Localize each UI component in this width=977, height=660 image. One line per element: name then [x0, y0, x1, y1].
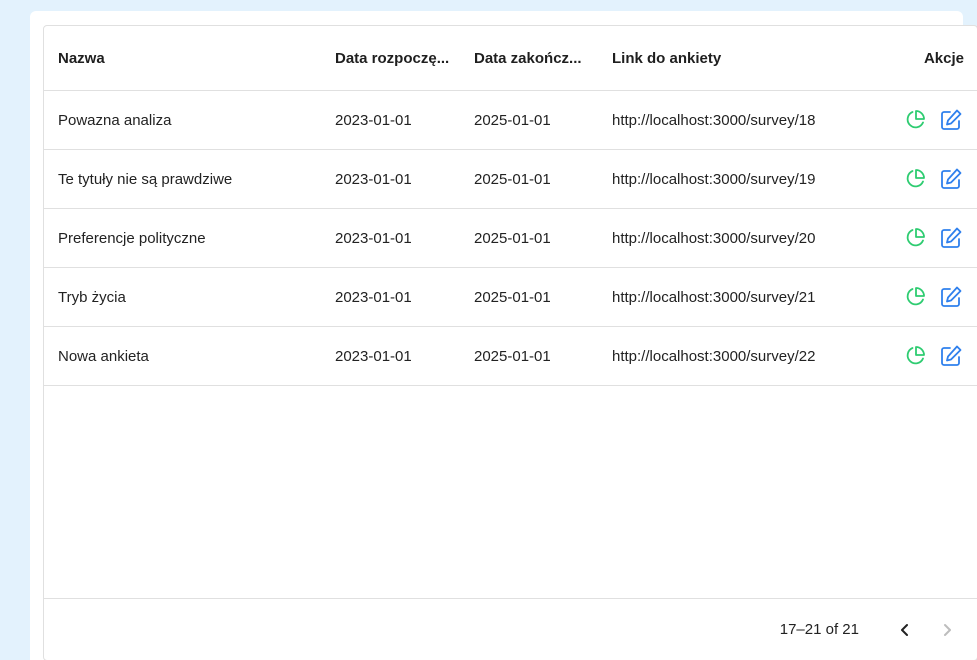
cell-name: Preferencje polityczne — [58, 229, 206, 247]
cell-actions — [876, 209, 968, 267]
edit-icon — [941, 345, 962, 366]
cell-actions — [876, 268, 968, 326]
pie-chart-icon — [906, 169, 925, 188]
cell-start-date: 2023-01-01 — [335, 111, 412, 129]
edit-survey-button[interactable] — [938, 166, 964, 192]
surveys-table: Nazwa Data rozpoczę... Data zakończ... L… — [43, 25, 977, 660]
edit-survey-button[interactable] — [938, 284, 964, 310]
table-footer: 17–21 of 21 — [44, 598, 977, 660]
cell-start-date: 2023-01-01 — [335, 170, 412, 188]
cell-end-date: 2025-01-01 — [474, 229, 551, 247]
cell-start-date: 2023-01-01 — [335, 347, 412, 365]
table-row[interactable]: Preferencje polityczne 2023-01-01 2025-01-… — [44, 209, 977, 268]
view-stats-button[interactable] — [902, 343, 928, 369]
column-header-actions: Akcje — [923, 49, 964, 67]
table-row[interactable]: Te tytuły nie są prawdziwe 2023-01-01 2025… — [44, 150, 977, 209]
cell-end-date: 2025-01-01 — [474, 347, 551, 365]
edit-icon — [941, 109, 962, 130]
cell-survey-link[interactable]: http://localhost:3000/survey/18 — [612, 91, 852, 149]
edit-icon — [941, 227, 962, 248]
cell-name: Tryb życia — [58, 288, 126, 306]
pie-chart-icon — [906, 287, 925, 306]
cell-actions — [876, 327, 968, 385]
cell-end-date: 2025-01-01 — [474, 170, 551, 188]
next-page-button[interactable] — [933, 616, 961, 644]
cell-end-date: 2025-01-01 — [474, 288, 551, 306]
cell-end-date: 2025-01-01 — [474, 111, 551, 129]
column-header-link[interactable]: Link do ankiety — [612, 26, 852, 90]
cell-survey-link[interactable]: http://localhost:3000/survey/20 — [612, 209, 852, 267]
cell-actions — [876, 150, 968, 208]
cell-name: Powazna analiza — [58, 111, 172, 129]
edit-survey-button[interactable] — [938, 107, 964, 133]
view-stats-button[interactable] — [902, 284, 928, 310]
pie-chart-icon — [906, 228, 925, 247]
cell-name: Te tytuły nie są prawdziwe — [58, 170, 233, 188]
edit-survey-button[interactable] — [938, 225, 964, 251]
column-header-end[interactable]: Data zakończ... — [474, 26, 604, 90]
cell-survey-link[interactable]: http://localhost:3000/survey/22 — [612, 327, 852, 385]
table-row[interactable]: Powazna analiza 2023-01-01 2025-01-01 http:… — [44, 91, 977, 150]
chevron-right-icon — [944, 624, 951, 636]
cell-survey-link[interactable]: http://localhost:3000/survey/19 — [612, 150, 852, 208]
chevron-left-icon — [901, 624, 908, 636]
view-stats-button[interactable] — [902, 107, 928, 133]
cell-survey-link[interactable]: http://localhost:3000/survey/21 — [612, 268, 852, 326]
edit-icon — [941, 286, 962, 307]
pagination-range: 17–21 of 21 — [779, 621, 859, 638]
cell-name: Nowa ankieta — [58, 347, 149, 365]
view-stats-button[interactable] — [902, 166, 928, 192]
cell-start-date: 2023-01-01 — [335, 288, 412, 306]
pie-chart-icon — [906, 110, 925, 129]
pie-chart-icon — [906, 346, 925, 365]
table-row[interactable]: Nowa ankieta 2023-01-01 2025-01-01 http://l… — [44, 327, 977, 386]
edit-survey-button[interactable] — [938, 343, 964, 369]
content-card: Nazwa Data rozpoczę... Data zakończ... L… — [30, 11, 977, 660]
cell-actions — [876, 91, 968, 149]
cell-start-date: 2023-01-01 — [335, 229, 412, 247]
table-header-row: Nazwa Data rozpoczę... Data zakończ... L… — [44, 26, 977, 91]
column-header-name[interactable]: Nazwa — [58, 26, 328, 90]
previous-page-button[interactable] — [891, 616, 919, 644]
table-row[interactable]: Tryb życia 2023-01-01 2025-01-01 http://loc… — [44, 268, 977, 327]
view-stats-button[interactable] — [902, 225, 928, 251]
column-header-start[interactable]: Data rozpoczę... — [335, 26, 470, 90]
edit-icon — [941, 168, 962, 189]
